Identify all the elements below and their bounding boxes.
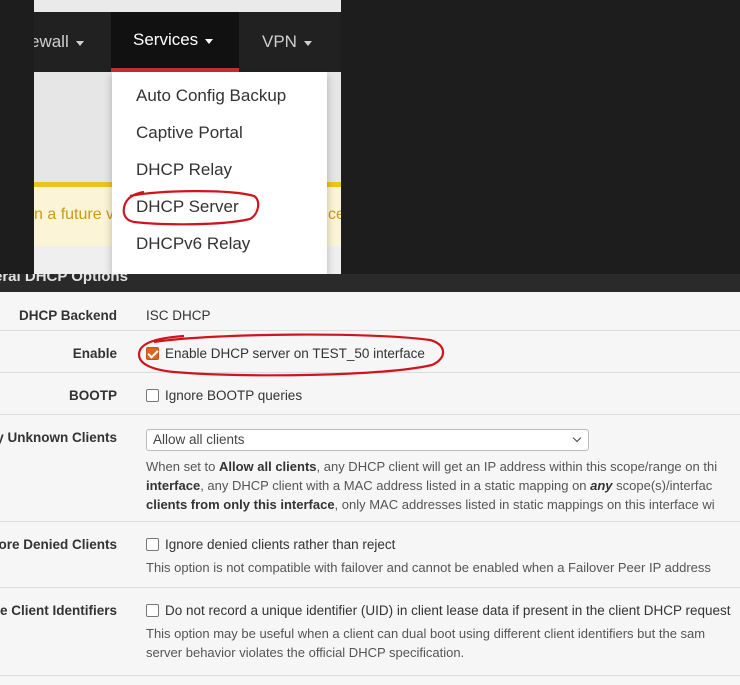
row-bootp: BOOTP Ignore BOOTP queries xyxy=(0,373,740,415)
help-bold: interface xyxy=(146,478,201,493)
services-dropdown-menu: Auto Config Backup Captive Portal DHCP R… xyxy=(112,72,327,274)
warning-text-right: ce xyxy=(328,206,341,223)
client-identifiers-checkbox-label: Do not record a unique identifier (UID) … xyxy=(165,603,731,618)
row-client-identifiers: re Client Identifiers Do not record a un… xyxy=(0,588,740,676)
label-bootp: BOOTP xyxy=(68,388,117,403)
denied-clients-checkbox-label: Ignore denied clients rather than reject xyxy=(165,537,396,552)
menu-item-dhcpv6-relay[interactable]: DHCPv6 Relay xyxy=(136,234,250,254)
unknown-clients-help: When set to Allow all clients, any DHCP … xyxy=(146,457,717,514)
caret-down-icon xyxy=(303,40,312,46)
row-enable: Enable Enable DHCP server on TEST_50 int… xyxy=(0,331,740,373)
unknown-clients-select-value: Allow all clients xyxy=(153,432,245,447)
bootp-checkbox-field[interactable]: Ignore BOOTP queries xyxy=(146,388,302,403)
nav-firewall[interactable]: ewall xyxy=(34,12,84,72)
help-text: , only MAC addresses listed in static ma… xyxy=(334,497,715,512)
help-bold-italic: any xyxy=(590,478,613,493)
nav-firewall-label: ewall xyxy=(34,32,69,51)
label-dhcp-backend: DHCP Backend xyxy=(18,308,117,323)
value-dhcp-backend: ISC DHCP xyxy=(146,308,211,323)
help-text: When set to xyxy=(146,459,219,474)
bootp-checkbox-label: Ignore BOOTP queries xyxy=(165,388,303,403)
help-bold: Allow all clients xyxy=(218,459,317,474)
nav-vpn-label: VPN xyxy=(262,32,297,51)
label-denied-clients: nore Denied Clients xyxy=(0,537,117,552)
help-bold: clients from only this interface xyxy=(146,497,335,512)
unknown-clients-select[interactable]: Allow all clients xyxy=(146,429,589,451)
chevron-down-icon xyxy=(572,433,582,443)
caret-down-icon xyxy=(75,40,84,46)
help-text: scope(s)/interfac xyxy=(612,478,713,493)
help-text: , any DHCP client will get an IP address… xyxy=(316,459,718,474)
client-identifiers-checkbox-field[interactable]: Do not record a unique identifier (UID) … xyxy=(146,603,731,618)
row-unknown-clients: ny Unknown Clients Allow all clients Whe… xyxy=(0,415,740,522)
client-identifiers-help: This option may be useful when a client … xyxy=(146,624,705,662)
nav-services[interactable]: Services xyxy=(111,12,239,72)
denied-clients-checkbox[interactable] xyxy=(146,538,159,551)
label-client-identifiers: re Client Identifiers xyxy=(0,603,117,618)
nav-services-label: Services xyxy=(133,30,199,49)
row-dhcp-backend: DHCP Backend ISC DHCP xyxy=(0,292,740,331)
help-line: server behavior violates the official DH… xyxy=(146,645,465,660)
menu-item-dhcp-relay[interactable]: DHCP Relay xyxy=(136,160,232,180)
caret-down-icon xyxy=(205,38,214,44)
warning-text: n a future v xyxy=(34,206,115,223)
bootp-checkbox[interactable] xyxy=(146,389,159,402)
section-header: eral DHCP Options xyxy=(0,274,740,292)
enable-checkbox-field[interactable]: Enable DHCP server on TEST_50 interface xyxy=(146,346,425,361)
help-line: This option may be useful when a client … xyxy=(146,626,706,641)
enable-checkbox[interactable] xyxy=(146,347,159,360)
form-body: DHCP Backend ISC DHCP Enable Enable DHCP… xyxy=(0,292,740,685)
enable-checkbox-label: Enable DHCP server on TEST_50 interface xyxy=(165,346,425,361)
menu-item-auto-config-backup[interactable]: Auto Config Backup xyxy=(136,86,286,106)
menu-item-dhcp-server[interactable]: DHCP Server xyxy=(136,197,239,217)
navbar: ewall Services VPN xyxy=(34,0,341,72)
section-title: eral DHCP Options xyxy=(0,274,128,285)
label-unknown-clients: ny Unknown Clients xyxy=(0,430,117,445)
denied-clients-checkbox-field[interactable]: Ignore denied clients rather than reject xyxy=(146,537,395,552)
client-identifiers-checkbox[interactable] xyxy=(146,604,159,617)
nav-vpn[interactable]: VPN xyxy=(262,12,312,72)
help-text: , any DHCP client with a MAC address lis… xyxy=(200,478,591,493)
menu-item-captive-portal[interactable]: Captive Portal xyxy=(136,123,243,143)
row-denied-clients: nore Denied Clients Ignore denied client… xyxy=(0,522,740,588)
navbar-crop: ewall Services VPN n a future v ce Auto … xyxy=(34,0,341,274)
label-enable: Enable xyxy=(72,346,117,361)
navbar-top-strip xyxy=(34,0,341,12)
denied-clients-help: This option is not compatible with failo… xyxy=(146,560,711,575)
general-dhcp-options-section: eral DHCP Options DHCP Backend ISC DHCP … xyxy=(0,274,740,685)
